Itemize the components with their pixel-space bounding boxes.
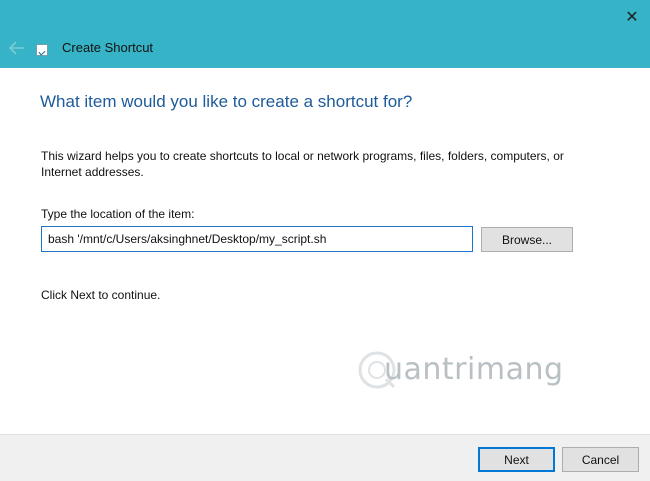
title-bar: ✕ Create Shortcut (0, 0, 650, 68)
page-heading: What item would you like to create a sho… (40, 92, 413, 111)
back-arrow-icon[interactable] (6, 38, 28, 58)
close-icon[interactable]: ✕ (620, 6, 644, 28)
location-label: Type the location of the item: (41, 207, 195, 221)
window-title: Create Shortcut (62, 40, 154, 55)
browse-button[interactable]: Browse... (481, 227, 573, 252)
wizard-description: This wizard helps you to create shortcut… (41, 149, 564, 179)
next-button[interactable]: Next (478, 447, 555, 472)
continue-hint: Click Next to continue. (41, 288, 161, 302)
watermark-text: uantrimang (384, 352, 564, 387)
location-input[interactable] (41, 226, 473, 252)
cancel-button[interactable]: Cancel (562, 447, 639, 472)
shortcut-icon (36, 44, 48, 56)
